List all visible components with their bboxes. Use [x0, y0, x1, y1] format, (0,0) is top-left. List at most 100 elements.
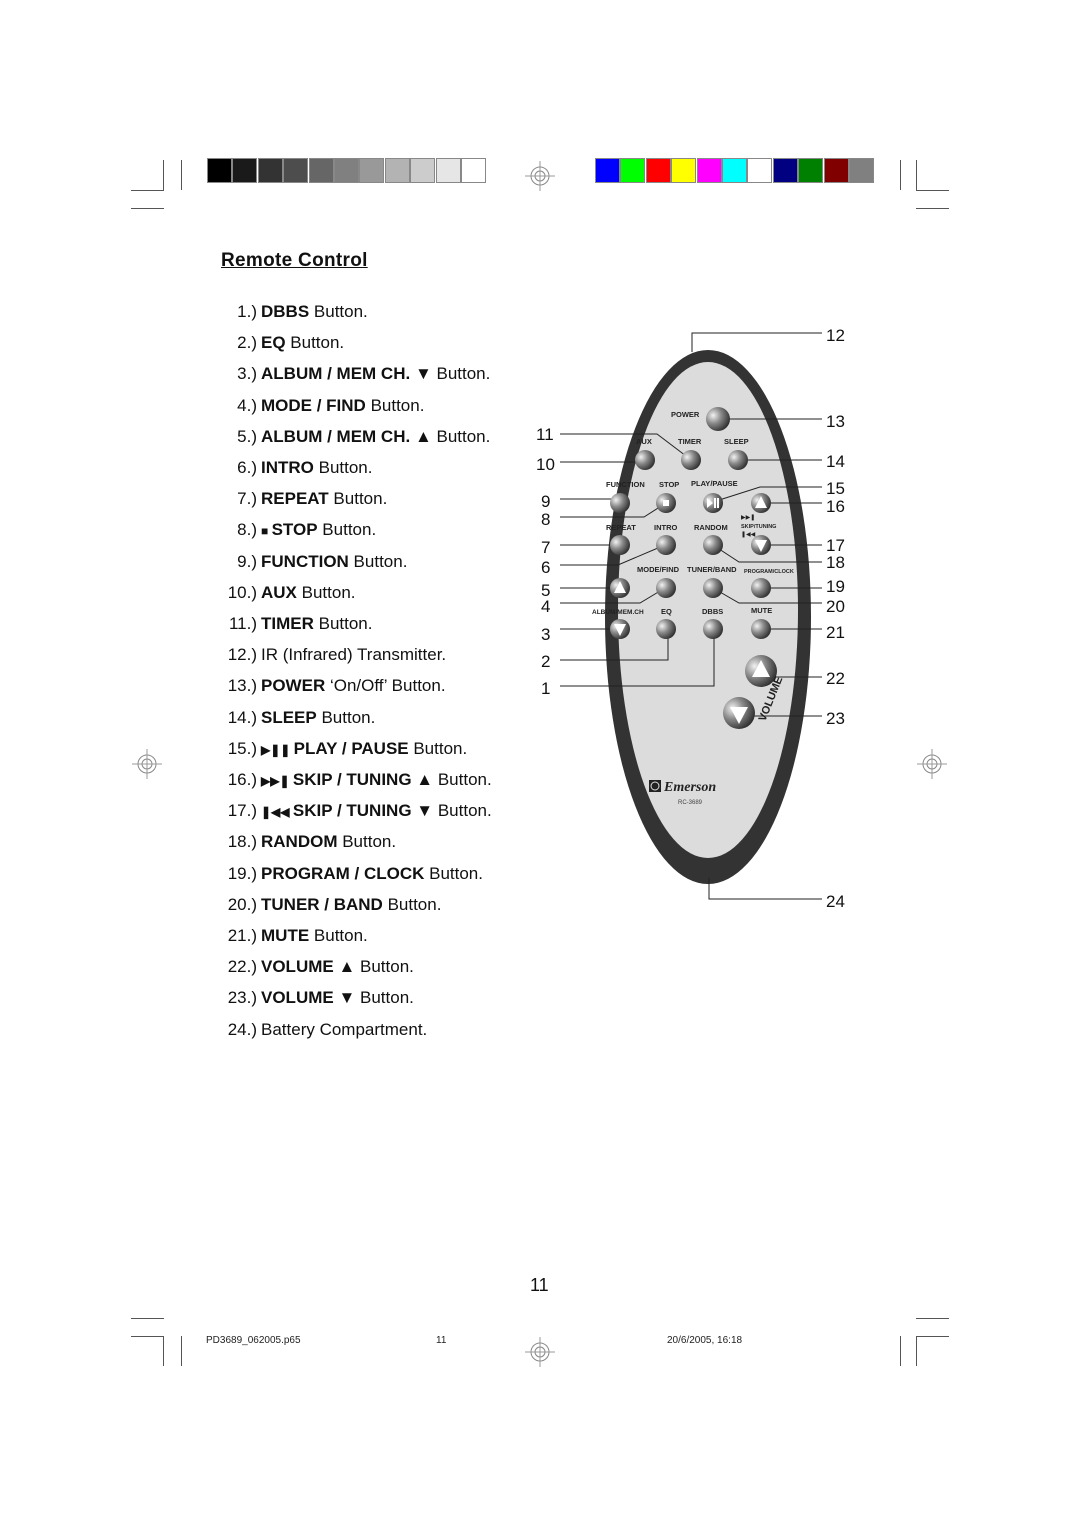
item-desc: Button.	[424, 863, 483, 883]
crop-mark	[916, 1336, 949, 1337]
item-desc: ‘On/Off’ Button.	[325, 676, 446, 696]
item-desc: Button.	[313, 614, 373, 633]
gray-swatch	[232, 158, 258, 183]
color-swatch	[798, 158, 824, 183]
label-album-mem: ALBUM/MEM.CH	[592, 609, 644, 616]
item-desc: Button.	[309, 926, 368, 945]
list-item: 5.) ALBUM / MEM CH. ▲ Button.	[213, 427, 490, 447]
item-icon: ❚◀◀	[261, 805, 293, 820]
item-number: 11.)	[228, 614, 257, 633]
item-number: 3.)	[237, 364, 257, 384]
item-number: 6.)	[237, 458, 257, 477]
item-number: 9.)	[237, 551, 257, 571]
crop-mark	[916, 1336, 917, 1366]
crop-mark	[916, 160, 917, 190]
dbbs-button	[703, 619, 723, 639]
callout-number: 4	[541, 597, 551, 616]
item-name: INTRO	[261, 458, 314, 477]
crop-mark	[131, 1318, 164, 1319]
list-item: 3.) ALBUM / MEM CH. ▼ Button.	[213, 364, 490, 384]
item-name: RANDOM	[261, 832, 338, 852]
item-name: SKIP / TUNING	[292, 770, 412, 789]
color-swatch	[645, 158, 671, 183]
footer-datetime: 20/6/2005, 16:18	[667, 1335, 743, 1346]
item-desc: Button.	[285, 333, 345, 353]
item-number: 20.)	[227, 894, 257, 914]
mute-button	[751, 619, 771, 639]
callout-number: 19	[826, 577, 845, 596]
footer-file: PD3689_062005.p65	[206, 1335, 301, 1346]
item-desc: Button.	[348, 551, 408, 571]
item-number: 12.)	[227, 645, 257, 665]
item-desc: ▼ Button.	[410, 364, 491, 384]
label-power: POWER	[671, 410, 700, 419]
item-desc: ▲ Button.	[410, 426, 491, 446]
label-tuner-band: TUNER/BAND	[687, 565, 737, 574]
timer-button	[681, 450, 701, 470]
function-button	[610, 493, 630, 513]
program-clock-button	[751, 578, 771, 598]
svg-text:▶▶❚: ▶▶❚	[741, 514, 755, 521]
item-name: ALBUM / MEM CH.	[261, 364, 411, 384]
gray-swatch	[308, 158, 334, 183]
item-name: FUNCTION	[261, 551, 349, 571]
item-name: MODE / FIND	[261, 395, 366, 415]
color-swatch	[696, 158, 722, 183]
list-item: 19.) PROGRAM / CLOCK Button.	[213, 864, 483, 884]
item-desc: Button.	[317, 520, 377, 540]
list-item: 1.) DBBS Button.	[213, 302, 368, 322]
remote-diagram: POWER AUX TIMER SLEEP FUNCTION STOP PLAY…	[560, 332, 822, 900]
label-repeat: REPEAT	[606, 523, 636, 532]
mode-find-button	[656, 578, 676, 598]
crop-mark	[181, 1336, 182, 1366]
item-number: 2.)	[237, 333, 257, 353]
callout-number: 9	[541, 492, 551, 511]
item-icon: ▶▶❚	[261, 774, 293, 788]
label-eq: EQ	[661, 607, 672, 616]
gray-swatch	[435, 158, 461, 183]
item-number: 5.)	[237, 426, 257, 446]
label-random: RANDOM	[694, 523, 728, 532]
crop-mark	[916, 1318, 949, 1319]
item-number: 16.)	[227, 770, 257, 789]
list-item: 10.) AUX Button.	[213, 583, 356, 603]
item-name: TIMER	[261, 614, 314, 633]
crop-mark	[916, 208, 949, 209]
item-desc: Battery Compartment.	[261, 1019, 428, 1039]
eq-button	[656, 619, 676, 639]
item-number: 14.)	[227, 707, 257, 727]
aux-button	[635, 450, 655, 470]
crop-mark	[181, 160, 182, 190]
list-item: 7.) REPEAT Button.	[213, 489, 387, 509]
label-aux: AUX	[636, 437, 652, 446]
label-dbbs: DBBS	[702, 607, 723, 616]
callout-number: 2	[541, 652, 551, 671]
callout-number: 12	[826, 326, 845, 345]
item-name: DBBS	[261, 302, 310, 321]
item-desc: Button.	[316, 707, 376, 727]
item-number: 13.)	[227, 676, 257, 696]
item-desc: IR (Infrared) Transmitter.	[261, 645, 447, 665]
color-swatch	[747, 158, 773, 183]
callout-number: 1	[541, 679, 551, 698]
item-desc: Button.	[328, 489, 388, 509]
crop-mark	[900, 1336, 901, 1366]
intro-button	[656, 535, 676, 555]
callout-number: 24	[826, 892, 845, 911]
gray-swatch	[283, 158, 309, 183]
item-desc: ▲ Button.	[333, 957, 414, 977]
item-number: 10.)	[227, 582, 257, 602]
item-name: SLEEP	[261, 707, 317, 727]
item-desc: ▼ Button.	[411, 801, 492, 821]
random-button	[703, 535, 723, 555]
brand-logo: Emerson	[663, 780, 716, 795]
callout-number: 22	[826, 669, 845, 688]
crop-mark	[163, 160, 164, 190]
item-number: 15.)	[227, 738, 257, 758]
list-item: 8.) ■ STOP Button.	[213, 520, 376, 540]
model-number: RC-3689	[678, 800, 703, 806]
color-swatch	[620, 158, 646, 183]
gray-swatch	[257, 158, 283, 183]
item-number: 21.)	[227, 926, 257, 945]
list-item: 13.) POWER ‘On/Off’ Button.	[213, 676, 446, 696]
